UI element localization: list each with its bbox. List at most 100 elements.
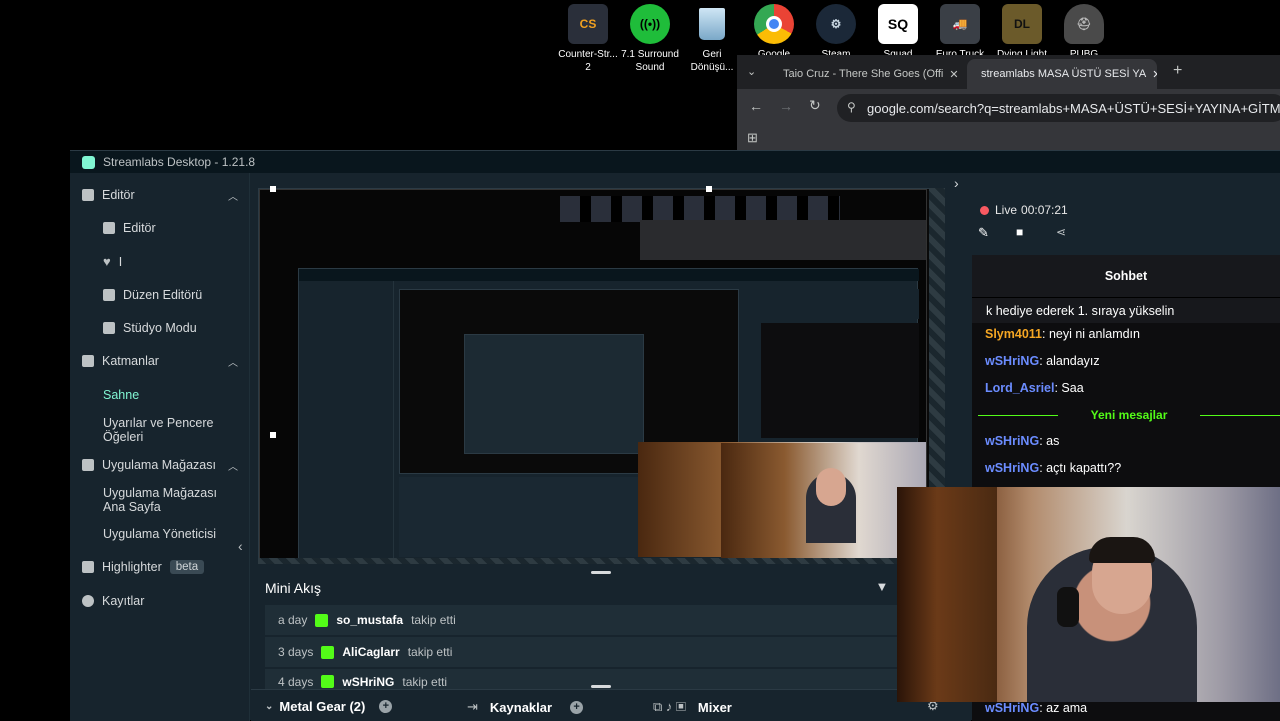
chat-text: as <box>1046 434 1060 448</box>
resize-grip-icon[interactable] <box>591 685 611 688</box>
sidebar-item-highlighter[interactable]: Highlighter beta <box>82 560 205 574</box>
sidebar-item-alerts-widgets[interactable]: Uyarılar ve Pencere Öğeleri <box>103 416 223 444</box>
sidebar-item-label: Highlighter <box>102 560 162 574</box>
store-icon <box>82 459 94 471</box>
surround-sound-icon: ((•)) <box>630 4 670 44</box>
desktop-icon-steam[interactable]: ⚙ Steam <box>805 4 867 61</box>
sidebar-section-layers[interactable]: Katmanlar ︿ <box>82 354 238 369</box>
collapse-sidebar-icon[interactable]: ‹ <box>238 538 243 554</box>
chrome-tab-title: Taio Cruz - There She Goes (Offi <box>783 68 944 80</box>
new-messages-divider: Yeni mesajlar <box>978 408 1280 422</box>
resize-grip-icon[interactable] <box>591 571 611 574</box>
sidebar-item-editor[interactable]: Editör <box>103 221 156 235</box>
back-icon[interactable]: ← <box>749 98 763 114</box>
chat-username[interactable]: Slym4011 <box>985 327 1042 341</box>
desktop-icon-dying-light[interactable]: DL Dying Light <box>991 4 1053 61</box>
add-source-icon[interactable]: + <box>570 700 584 714</box>
pubg-icon: ⛑ <box>1064 4 1104 44</box>
studio-mode-icon <box>103 322 115 334</box>
mini-feed-title: Mini Akış <box>265 580 322 596</box>
nested-chrome-window <box>640 220 926 260</box>
address-bar[interactable]: ⚲ google.com/search?q=streamlabs+MASA+ÜS… <box>837 94 1280 122</box>
add-scene-icon[interactable]: + <box>379 700 393 713</box>
camera-icon[interactable]: ■ <box>1016 225 1023 239</box>
euro-truck-icon: 🚚 <box>940 4 980 44</box>
site-info-icon[interactable]: ⚲ <box>847 100 856 114</box>
preview-overflow-area-bottom <box>258 558 944 564</box>
desktop-icon-surround-sound[interactable]: ((•)) 7.1 Surround Sound <box>619 4 681 74</box>
chat-username[interactable]: wSHriNG <box>985 354 1039 368</box>
close-icon[interactable]: ✕ <box>1152 68 1157 81</box>
sidebar-item-app-manager[interactable]: Uygulama Yöneticisi <box>103 527 216 541</box>
sidebar-item-label: Editör <box>123 221 156 235</box>
share-icon[interactable]: ⋖ <box>1056 225 1066 239</box>
chrome-tab-youtube[interactable]: Taio Cruz - There She Goes (Offi ✕ <box>769 59 965 89</box>
bottom-dock: ⌄ Metal Gear (2) + ⇥ Kaynaklar + ⧉ ♪ ▣ M… <box>251 685 971 721</box>
close-icon[interactable]: ✕ <box>949 68 958 81</box>
scene-preview[interactable] <box>258 188 944 564</box>
desktop-icon-squad[interactable]: SQ Squad <box>867 4 929 61</box>
desktop-icon-label: Geri Dönüşü... <box>690 49 734 73</box>
chevron-down-icon: ⌄ <box>265 701 274 712</box>
window-title: Streamlabs Desktop - 1.21.8 <box>103 155 256 169</box>
reload-icon[interactable]: ↻ <box>809 97 821 114</box>
webcam-headphones <box>1057 587 1079 627</box>
sidebar-item-label: Düzen Editörü <box>123 288 203 302</box>
mixer-title: Mixer <box>697 699 732 715</box>
edit-icon[interactable]: ✎ <box>978 225 989 241</box>
live-bar: Live 00:07:21 ✎ ■ ⋖ <box>970 187 1280 257</box>
expand-panel-icon[interactable]: › <box>954 175 959 191</box>
sidebar-item-recordings[interactable]: Kayıtlar <box>82 594 144 608</box>
chat-username[interactable]: wSHriNG <box>985 434 1039 448</box>
desktop-icon-counter-strike[interactable]: CS Counter-Str... 2 <box>557 4 619 74</box>
desktop-icon-google[interactable]: Google <box>743 4 805 61</box>
mixer-section[interactable]: ⧉ ♪ ▣ Mixer <box>653 699 732 715</box>
webcam-background-door <box>897 487 997 702</box>
editor-sub-icon <box>103 222 115 234</box>
chat-username[interactable]: Lord_Asriel <box>985 381 1054 395</box>
sidebar-item-app-store-home[interactable]: Uygulama Mağazası Ana Sayfa <box>103 486 223 514</box>
resize-handle[interactable] <box>706 186 712 192</box>
highlighter-icon <box>82 561 94 573</box>
resize-handle[interactable] <box>270 432 276 438</box>
chrome-icon <box>754 4 794 44</box>
live-dot-icon <box>980 205 989 215</box>
sources-icon: ⇥ <box>467 699 478 714</box>
feed-event-row: 3 days AliCaglarr takip etti <box>265 637 971 667</box>
filter-icon[interactable]: ▼ <box>875 579 888 595</box>
scenes-section[interactable]: ⌄ Metal Gear (2) + <box>265 699 393 714</box>
event-time: 3 days <box>278 645 314 659</box>
sidebar-item-label: Uygulama Yöneticisi <box>103 527 217 541</box>
desktop-icon-pubg[interactable]: ⛑ PUBG <box>1053 4 1115 61</box>
sidebar-section-label: Uygulama Mağazası <box>102 458 216 472</box>
play-icon <box>82 595 94 607</box>
sidebar-item-scene[interactable]: Sahne <box>103 388 139 402</box>
editor-icon <box>82 189 94 201</box>
feed-event-row: a day so_mustafa takip etti <box>265 605 971 635</box>
scene-collection-name: Metal Gear (2) <box>279 699 366 714</box>
chat-message: wSHriNG: az ama <box>985 701 1088 715</box>
sidebar-section-editor[interactable]: Editör ︿ <box>82 188 238 203</box>
new-tab-icon[interactable]: + <box>1173 62 1182 80</box>
tab-search-icon[interactable]: ⌄ <box>747 65 756 78</box>
chat-username[interactable]: wSHriNG <box>985 461 1039 475</box>
sources-section[interactable]: ⇥ Kaynaklar + <box>467 699 584 715</box>
event-time: 4 days <box>278 675 314 689</box>
desktop-icon-recycle-bin[interactable]: Geri Dönüşü... <box>681 4 743 74</box>
forward-icon[interactable]: → <box>779 98 793 114</box>
apps-grid-icon[interactable]: ⊞ <box>747 130 758 146</box>
streamlabs-titlebar: Streamlabs Desktop - 1.21.8 <box>70 151 1280 173</box>
sidebar-item-studio-mode[interactable]: Stüdyo Modu <box>103 321 197 335</box>
sidebar-item-layout-editor[interactable]: Düzen Editörü <box>103 288 202 302</box>
resize-handle[interactable] <box>270 186 276 192</box>
sidebar-item-favorite[interactable]: ♥ I <box>103 254 122 269</box>
chrome-tab-google[interactable]: streamlabs MASA ÜSTÜ SESİ YA ✕ <box>967 59 1157 89</box>
chat-username[interactable]: wSHriNG <box>985 701 1039 715</box>
chrome-tabstrip: ⌄ Taio Cruz - There She Goes (Offi ✕ str… <box>737 55 1280 89</box>
chat-text: Saa <box>1061 381 1084 395</box>
desktop-icon-euro-truck[interactable]: 🚚 Euro Truck <box>929 4 991 61</box>
layers-icon <box>82 355 94 367</box>
sidebar-section-app-store[interactable]: Uygulama Mağazası ︿ <box>82 458 238 473</box>
kick-icon <box>321 675 335 688</box>
beta-badge: beta <box>169 560 205 574</box>
